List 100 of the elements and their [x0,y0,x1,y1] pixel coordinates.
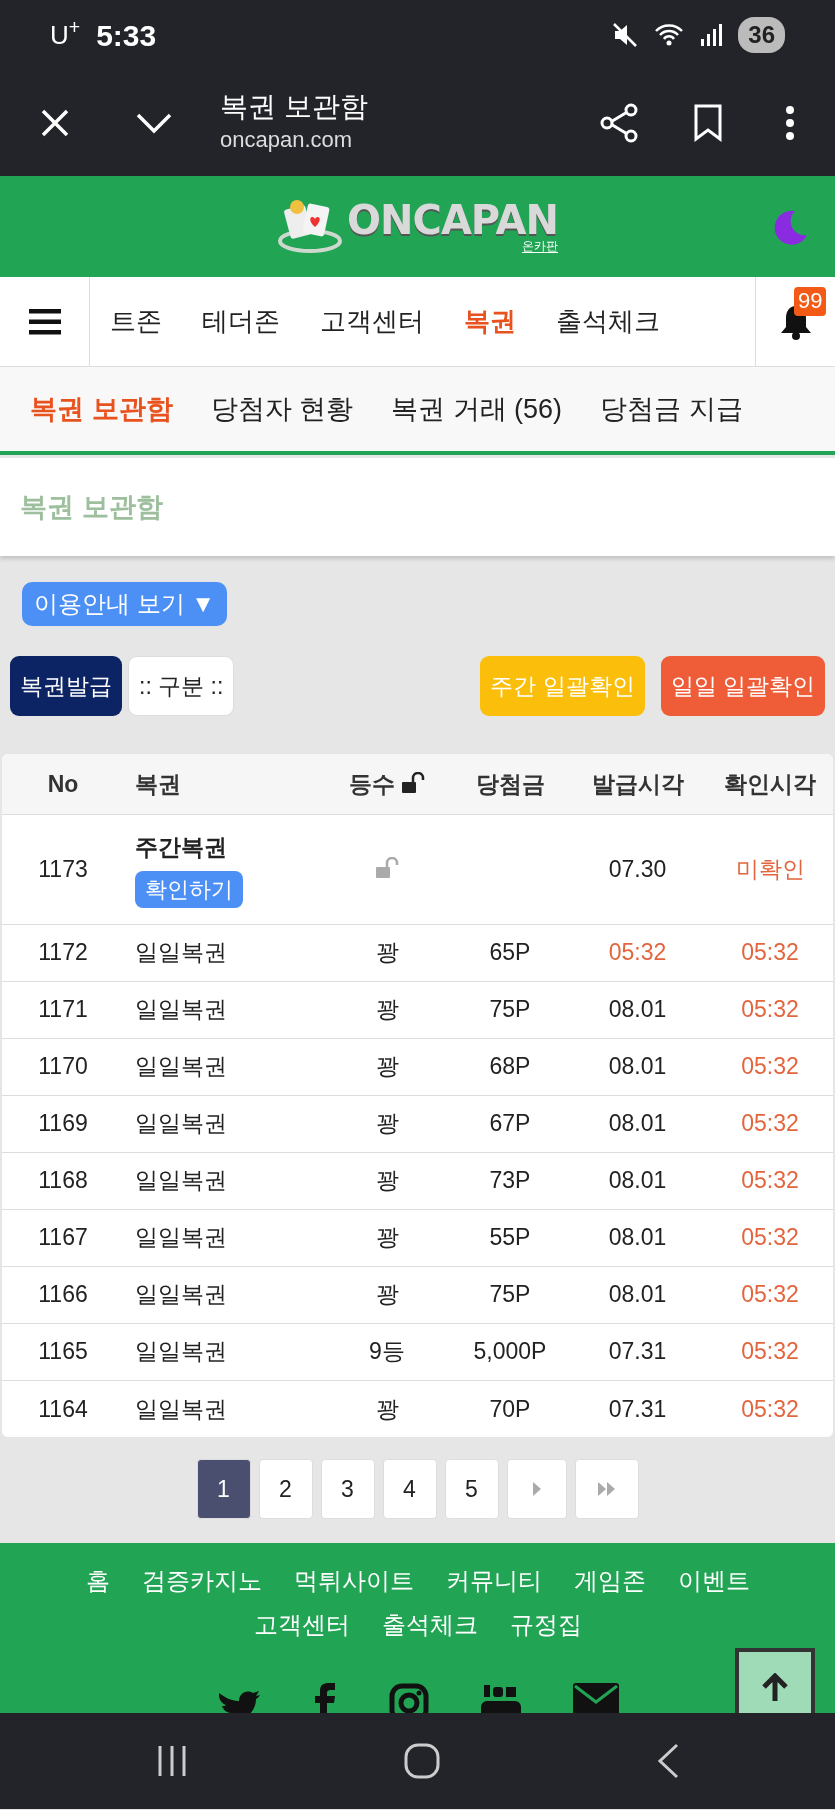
bookmark-icon[interactable] [693,104,723,142]
table-cell: 08.01 [608,1053,667,1080]
table-cell: 1172 [38,939,88,966]
play-arrow-icon [532,1482,541,1496]
table-cell: 67P [489,1110,531,1137]
logo-subtitle: 온카판 [521,240,558,253]
section-title: 복권 보관함 [20,490,163,524]
arrow-up-icon [761,1673,789,1703]
footer-link[interactable]: 규정집 [509,1607,582,1643]
column-header: 등수 [348,770,395,797]
sub-tab[interactable]: 복권 거래 (56) [391,388,563,430]
footer-link[interactable]: 먹튀사이트 [293,1563,414,1599]
filter-button[interactable]: :: 구분 :: [128,656,235,716]
table-cell: 일일복권 [135,1110,227,1137]
share-icon[interactable] [599,102,639,144]
battery-level: 36 [738,17,785,53]
footer-link[interactable]: 커뮤니티 [445,1563,542,1599]
envelope-icon[interactable] [572,1683,619,1713]
close-icon[interactable] [40,108,70,138]
table-cell: 1168 [38,1167,88,1194]
table-cell: 일일복권 [135,1053,227,1080]
table-cell: 일일복권 [135,996,227,1023]
column-header: 확인시각 [724,770,816,797]
nav-link[interactable]: 복권 [444,302,536,341]
wifi-icon [654,23,685,47]
page-title: 복권 보관함 [220,89,369,124]
table-cell: 08.01 [608,1110,667,1137]
table-cell: 1173 [38,855,88,882]
table-cell: 05:32 [741,939,799,966]
page-button[interactable]: 4 [382,1459,437,1519]
table-cell: 일일복권 [135,1338,227,1365]
instagram-icon[interactable] [388,1683,429,1713]
table-cell: 미확인 [735,855,805,882]
table-cell: 05:32 [741,1053,799,1080]
column-header: 복권 [135,770,181,797]
table-cell: 68P [489,1053,531,1080]
page-button[interactable]: 3 [320,1459,375,1519]
table-cell: 1165 [38,1338,88,1365]
table-cell: 07.30 [608,855,667,882]
table-cell: 꽝 [375,1167,399,1194]
table-cell: 08.01 [608,996,667,1023]
ticket-name: 주간복권 [135,833,228,863]
nav-link[interactable]: 고객센터 [300,302,444,341]
sub-tab[interactable]: 당첨금 지급 [600,388,743,430]
table-cell: 05:32 [741,1224,799,1251]
table-cell: 05:32 [741,1110,799,1137]
table-cell: 꽝 [375,996,399,1023]
nav-link[interactable]: 테더존 [182,302,300,341]
unlocked-icon [401,771,426,794]
notification-badge: 99 [794,287,827,316]
table-cell: 55P [489,1224,531,1251]
home-icon[interactable] [404,1743,441,1779]
nav-link[interactable]: 출석체크 [536,302,680,341]
table-cell: 08.01 [608,1224,667,1251]
footer-link[interactable]: 출석체크 [381,1607,478,1643]
page-button[interactable]: 5 [444,1459,499,1519]
page-button[interactable]: 2 [258,1459,313,1519]
table-cell: 05:32 [741,1167,799,1194]
table-cell: 65P [489,939,531,966]
signal-icon [700,23,723,47]
table-cell: 07.31 [608,1338,667,1365]
recent-apps-icon[interactable] [156,1744,189,1778]
table-cell: 07.31 [608,1395,667,1422]
mute-icon [612,22,639,48]
sub-tab[interactable]: 당첨자 현황 [210,388,354,430]
page-button[interactable]: 1 [196,1459,251,1519]
daily-confirm-button[interactable]: 일일 일괄확인 [660,656,825,716]
chevron-down-icon[interactable] [136,112,172,134]
table-cell: 70P [489,1395,531,1422]
guide-button[interactable]: 이용안내 보기 ▼ [22,582,228,626]
sub-tab[interactable]: 복권 보관함 [30,388,173,430]
footer-link[interactable]: 고객센터 [253,1607,350,1643]
column-header: No [47,770,79,797]
more-icon[interactable] [785,105,795,141]
table-cell: 73P [489,1167,531,1194]
table-cell: 일일복권 [135,1167,227,1194]
scroll-top-button[interactable] [735,1648,815,1713]
table-cell: 꽝 [375,1053,399,1080]
table-cell: 꽝 [375,1395,399,1422]
confirm-button[interactable]: 확인하기 [135,870,243,908]
table-cell: 1167 [38,1224,88,1251]
double-arrow-icon [598,1482,615,1496]
table-cell: 꽝 [375,1224,399,1251]
table-cell: 일일복권 [135,1281,227,1308]
table-cell: 05:32 [741,1395,799,1422]
menu-icon[interactable] [28,308,61,335]
column-header: 발급시각 [591,770,684,797]
back-icon[interactable] [656,1743,679,1779]
facebook-icon[interactable] [312,1683,337,1713]
issue-button[interactable]: 복권발급 [10,656,122,716]
nav-link[interactable]: 트존 [110,302,182,341]
footer-link[interactable]: 검증카지노 [141,1563,262,1599]
footer-link[interactable]: 홈 [85,1563,110,1599]
table-cell: 일일복권 [135,1224,227,1251]
footer-link[interactable]: 게임존 [573,1563,646,1599]
table-cell: 1166 [38,1281,88,1308]
table-cell: 05:32 [741,1281,799,1308]
table-cell: 일일복권 [135,939,227,966]
table-cell: 1169 [38,1110,88,1137]
footer-link[interactable]: 이벤트 [677,1563,750,1599]
